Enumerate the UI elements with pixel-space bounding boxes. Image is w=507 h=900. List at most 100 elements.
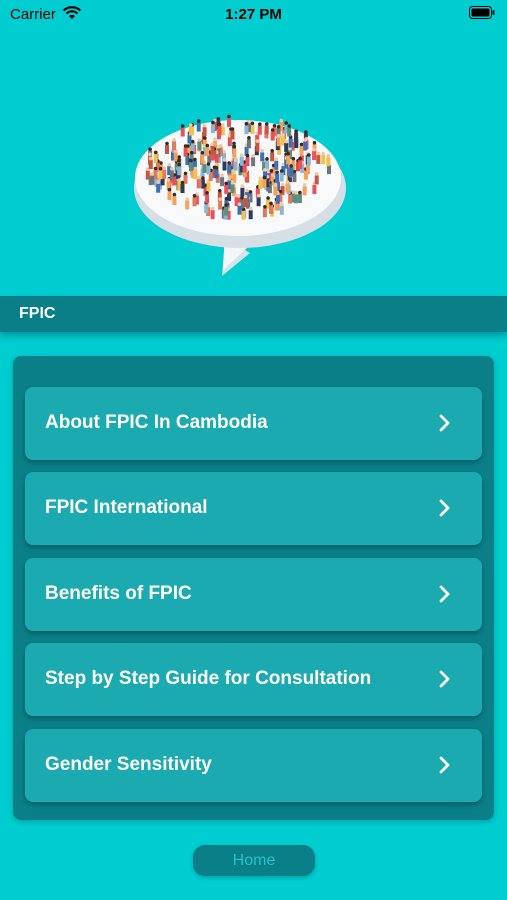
crowd-figure	[286, 155, 291, 165]
crowd-figure-head	[299, 142, 304, 147]
section-header: FPIC	[0, 296, 507, 332]
crowd-figure	[250, 124, 255, 134]
crowd-figure	[276, 137, 281, 147]
crowd-figure	[169, 170, 174, 180]
crowd-figure-head	[205, 143, 210, 148]
crowd-figure-head	[189, 150, 194, 155]
chevron-right-icon	[436, 585, 454, 603]
crowd-figure-head	[307, 153, 311, 157]
crowd-figure	[167, 191, 172, 201]
crowd-figure-head	[158, 166, 163, 171]
crowd-figure-head	[258, 122, 262, 126]
crowd-figure-head	[265, 157, 269, 161]
crowd-figure-head	[280, 182, 285, 187]
crowd-figure	[285, 183, 290, 193]
crowd-figure-head	[180, 180, 185, 185]
menu-item-about-fpic-in-cambodia[interactable]: About FPIC In Cambodia	[25, 387, 482, 460]
crowd-figure	[270, 131, 275, 141]
crowd-figure	[193, 169, 198, 179]
crowd-figure-head	[276, 133, 281, 138]
crowd-figure	[230, 184, 235, 194]
crowd-figure	[227, 117, 231, 127]
crowd-figure-head	[269, 201, 273, 206]
crowd-figure	[302, 186, 307, 196]
crowd-figure-head	[189, 123, 193, 127]
crowd-figure-head	[205, 191, 209, 195]
crowd-figure	[275, 173, 280, 183]
crowd-figure-head	[270, 128, 275, 132]
crowd-figure-head	[149, 156, 153, 161]
crowd-figure	[327, 165, 331, 175]
crowd-figure-head	[270, 149, 274, 153]
crowd-figure-head	[180, 124, 185, 128]
crowd-figure-head	[271, 173, 275, 177]
crowd-figure-head	[217, 122, 222, 127]
crowd-figure-head	[247, 136, 251, 140]
crowd-figure	[196, 122, 201, 132]
crowd-figure	[237, 205, 242, 215]
crowd-figure-head	[156, 180, 160, 184]
crowd-figure	[288, 138, 293, 148]
crowd-figure-head	[197, 175, 202, 180]
crowd-figure	[257, 125, 262, 135]
crowd-figure	[299, 145, 304, 155]
crowd-figure-head	[286, 151, 290, 156]
crowd-figure-head	[213, 137, 217, 142]
chevron-right-icon	[436, 414, 454, 432]
crowd-figure	[177, 166, 182, 176]
crowd-figure	[244, 125, 249, 135]
crowd-figure	[305, 165, 310, 175]
crowd-figure	[264, 125, 269, 135]
menu-item-fpic-international[interactable]: FPIC International	[25, 472, 482, 545]
crowd-figure-head	[276, 125, 281, 129]
crowd-figure-head	[232, 141, 236, 146]
menu-panel: About FPIC In Cambodia FPIC Internationa…	[13, 356, 494, 820]
crowd-figure-head	[193, 166, 198, 171]
crowd-figure	[158, 170, 163, 180]
crowd-figure-head	[201, 176, 205, 180]
menu-item-benefits-of-fpic[interactable]: Benefits of FPIC	[25, 558, 482, 631]
crowd-figure-head	[221, 123, 225, 127]
crowd-figure-head	[273, 183, 278, 187]
crowd-figure	[251, 157, 256, 167]
crowd-figure	[188, 126, 193, 136]
crowd-figure-head	[202, 123, 207, 128]
battery-icon	[469, 6, 495, 23]
menu-item-gender-sensitivity[interactable]: Gender Sensitivity	[25, 729, 482, 802]
crowd-figure-head	[274, 157, 279, 162]
crowd-figure-head	[220, 173, 224, 178]
crowd-figure	[192, 197, 197, 207]
crowd-figure-head	[281, 133, 285, 137]
crowd-figure	[258, 179, 263, 189]
crowd-figure	[183, 147, 188, 157]
chevron-right-icon	[436, 756, 454, 774]
crowd-figure-head	[298, 190, 302, 195]
crowd-figure	[262, 208, 267, 218]
crowd-figure-head	[162, 166, 167, 170]
crowd-figure-head	[183, 144, 188, 148]
crowd-figure-head	[196, 119, 201, 123]
crowd-figure-head	[172, 137, 176, 142]
crowd-figure	[321, 155, 326, 164]
crowd-figure	[316, 154, 321, 164]
menu-item-label: Benefits of FPIC	[45, 583, 192, 604]
crowd-figure	[289, 167, 294, 177]
crowd-figure-head	[312, 147, 316, 152]
crowd-figure-head	[245, 188, 249, 193]
crowd-figure	[273, 186, 278, 196]
crowd-figure-head	[216, 144, 221, 149]
crowd-figure-head	[262, 175, 267, 180]
crowd-figure	[145, 170, 150, 180]
crowd-figure	[205, 194, 210, 204]
home-button[interactable]: Home	[193, 845, 315, 876]
crowd-figure-head	[165, 141, 169, 146]
crowd-figure-head	[177, 162, 181, 167]
crowd-figure-head	[248, 190, 253, 194]
clock: 1:27 PM	[225, 6, 282, 23]
crowd-figure-head	[214, 166, 219, 170]
crowd-figure	[156, 183, 161, 193]
menu-item-step-by-step-guide[interactable]: Step by Step Guide for Consultation	[25, 643, 482, 716]
crowd-figure	[205, 147, 210, 156]
crowd-figure-head	[266, 196, 270, 200]
crowd-figure-head	[148, 147, 152, 151]
